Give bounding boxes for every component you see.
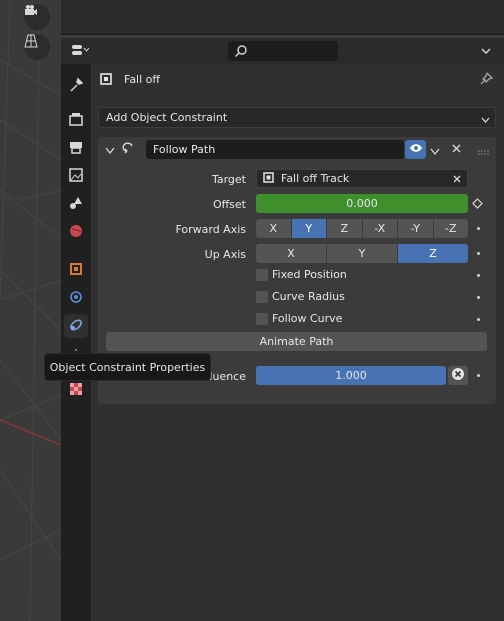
visibility-toggle[interactable]	[405, 140, 426, 159]
forward-axis-selector: X Y Z -X -Y -Z	[256, 219, 468, 238]
texture-icon	[68, 381, 84, 400]
add-constraint-label: Add Object Constraint	[106, 111, 228, 124]
target-label: Target	[211, 173, 246, 186]
object-icon	[68, 261, 84, 280]
forward-axis-neg-x[interactable]: -X	[362, 219, 398, 238]
tab-render[interactable]	[64, 108, 88, 132]
checkbox-box[interactable]	[256, 312, 268, 325]
forward-axis-label: Forward Axis	[175, 223, 246, 236]
forward-axis-neg-z[interactable]: -Z	[433, 219, 468, 238]
follow-curve-checkbox[interactable]: Follow Curve	[256, 312, 342, 325]
properties-content: Fall off Add Object Constraint Follow Pa…	[91, 64, 504, 621]
pin-icon[interactable]	[479, 72, 494, 89]
grid-view-button[interactable]	[24, 34, 50, 60]
keyframe-diamond-icon[interactable]	[472, 198, 483, 212]
checkbox-box[interactable]	[256, 268, 268, 281]
offset-field[interactable]: 0.000	[256, 194, 468, 213]
x-axis-line	[0, 419, 61, 446]
animate-dot[interactable]	[477, 252, 480, 255]
checkbox-box[interactable]	[256, 290, 268, 303]
close-icon[interactable]	[451, 143, 462, 157]
up-axis-x[interactable]: X	[256, 244, 327, 263]
forward-axis-neg-y[interactable]: -Y	[398, 219, 434, 238]
animate-dot[interactable]	[477, 227, 480, 230]
constraint-icon	[68, 317, 84, 336]
forward-axis-x[interactable]: X	[256, 219, 292, 238]
forward-axis-y[interactable]: Y	[291, 219, 327, 238]
drag-handle-icon[interactable]	[478, 146, 490, 159]
options-dropdown-button[interactable]	[475, 41, 497, 61]
object-name: Fall off	[124, 73, 160, 86]
up-axis-z[interactable]: Z	[398, 244, 468, 263]
editor-type-button[interactable]	[69, 42, 101, 60]
physics-icon	[68, 289, 84, 308]
up-axis-selector: X Y Z	[256, 244, 468, 263]
tab-object-constraint[interactable]	[64, 314, 88, 338]
tab-physics[interactable]	[64, 286, 88, 310]
forward-axis-z[interactable]: Z	[327, 219, 363, 238]
tab-texture[interactable]	[64, 378, 88, 402]
influence-value: 1.000	[335, 369, 367, 382]
object-type-icon	[99, 72, 113, 89]
follow-path-icon	[120, 141, 136, 160]
disable-keep-transform-button[interactable]	[448, 366, 468, 385]
render-icon	[68, 111, 84, 130]
object-icon	[262, 171, 275, 187]
animate-dot[interactable]	[477, 296, 480, 299]
tab-world[interactable]	[64, 220, 88, 244]
tab-output[interactable]	[64, 136, 88, 160]
tab-view-layer[interactable]	[64, 164, 88, 188]
offset-value: 0.000	[346, 197, 378, 210]
properties-tab-column	[61, 64, 91, 621]
x-circle-icon	[451, 367, 465, 384]
animate-path-button[interactable]: Animate Path	[106, 332, 487, 351]
image-icon	[68, 167, 84, 186]
animate-path-label: Animate Path	[259, 335, 334, 348]
camera-view-button[interactable]	[24, 4, 50, 30]
eye-icon	[409, 143, 423, 156]
animate-dot[interactable]	[477, 318, 480, 321]
scene-icon	[68, 195, 84, 214]
animate-dot[interactable]	[477, 374, 480, 377]
up-axis-label: Up Axis	[204, 248, 246, 261]
wrench-icon	[68, 77, 84, 96]
properties-editor: Fall off Add Object Constraint Follow Pa…	[61, 38, 504, 621]
properties-header	[61, 38, 504, 64]
fixed-position-checkbox[interactable]: Fixed Position	[256, 268, 347, 281]
constraint-name-field[interactable]: Follow Path	[146, 140, 404, 159]
tab-scene[interactable]	[64, 192, 88, 216]
influence-slider[interactable]: 1.000	[256, 366, 446, 385]
follow-curve-label: Follow Curve	[272, 312, 343, 325]
search-input[interactable]	[228, 41, 338, 61]
outliner-strip	[61, 0, 504, 35]
properties-editor-icon	[69, 43, 90, 60]
target-field[interactable]: Fall off Track	[256, 169, 468, 188]
search-icon	[234, 44, 248, 61]
curve-radius-label: Curve Radius	[272, 290, 345, 303]
world-icon	[68, 223, 84, 242]
fixed-position-label: Fixed Position	[272, 268, 347, 281]
viewport-grid	[0, 0, 61, 621]
3d-viewport[interactable]	[0, 0, 61, 621]
curve-radius-checkbox[interactable]: Curve Radius	[256, 290, 345, 303]
tab-object[interactable]	[64, 258, 88, 282]
animate-dot[interactable]	[477, 274, 480, 277]
constraint-menu-icon[interactable]	[430, 146, 440, 159]
clear-target-icon[interactable]	[452, 174, 462, 187]
tooltip: Object Constraint Properties	[44, 353, 211, 381]
collapse-chevron-icon[interactable]	[105, 145, 115, 158]
up-axis-y[interactable]: Y	[327, 244, 398, 263]
offset-label: Offset	[212, 198, 246, 211]
tab-tool[interactable]	[64, 74, 88, 98]
chevron-down-icon	[481, 45, 491, 58]
printer-icon	[68, 139, 84, 158]
constraint-name: Follow Path	[153, 143, 216, 156]
add-object-constraint-dropdown[interactable]: Add Object Constraint	[98, 107, 496, 128]
target-value: Fall off Track	[281, 172, 350, 185]
chevron-down-icon	[481, 114, 490, 127]
